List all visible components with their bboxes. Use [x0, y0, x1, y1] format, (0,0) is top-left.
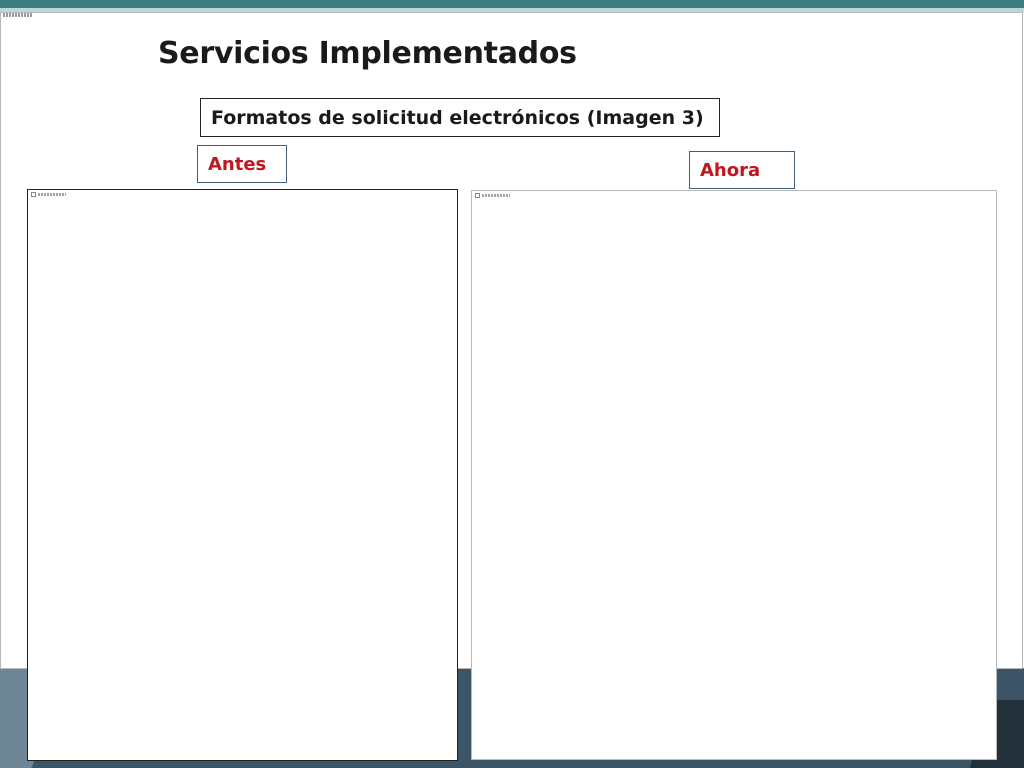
subtitle-box: Formatos de solicitud electrónicos (Imag…	[200, 98, 720, 137]
after-label-text: Ahora	[700, 159, 761, 181]
after-form-image	[471, 190, 997, 760]
broken-image-icon	[475, 193, 480, 198]
before-label-box: Antes	[197, 145, 287, 183]
top-accent-band	[0, 0, 1024, 8]
before-label-text: Antes	[208, 153, 267, 175]
before-form-image	[27, 189, 458, 761]
after-label-box: Ahora	[689, 151, 795, 189]
image-placeholder-caption	[482, 194, 510, 197]
subtitle-text: Formatos de solicitud electrónicos (Imag…	[211, 106, 704, 129]
broken-image-icon	[3, 13, 33, 17]
broken-image-icon	[31, 192, 36, 197]
image-placeholder-caption	[38, 193, 66, 196]
page-title: Servicios Implementados	[158, 36, 577, 71]
